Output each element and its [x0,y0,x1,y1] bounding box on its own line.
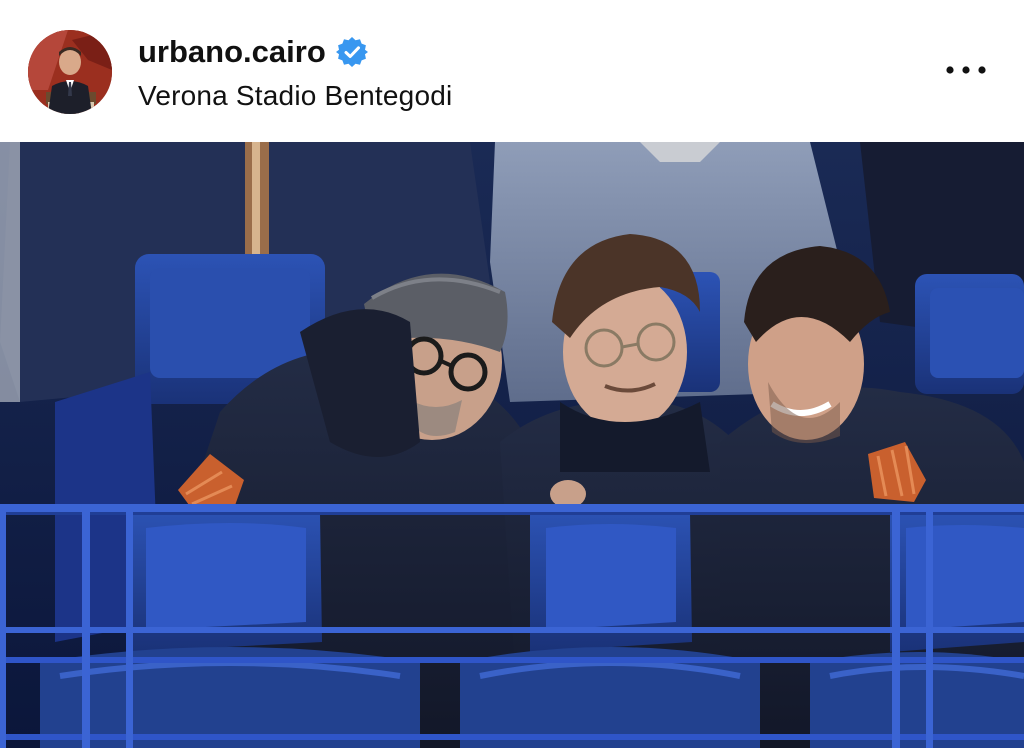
post-photo[interactable] [0,142,1024,748]
verified-badge-icon [335,36,368,68]
stadium-stands-image [0,142,1024,748]
location-link[interactable]: Verona Stadio Bentegodi [138,80,452,112]
username-row: urbano.cairo [138,30,368,74]
username-link[interactable]: urbano.cairo [138,34,326,70]
avatar-image [28,30,112,114]
instagram-post: urbano.cairo Verona Stadio Bentegodi [0,0,1024,748]
post-header: urbano.cairo Verona Stadio Bentegodi [0,0,1024,142]
more-options-icon [946,66,986,74]
more-options-button[interactable] [932,50,992,90]
profile-avatar[interactable] [28,30,112,114]
